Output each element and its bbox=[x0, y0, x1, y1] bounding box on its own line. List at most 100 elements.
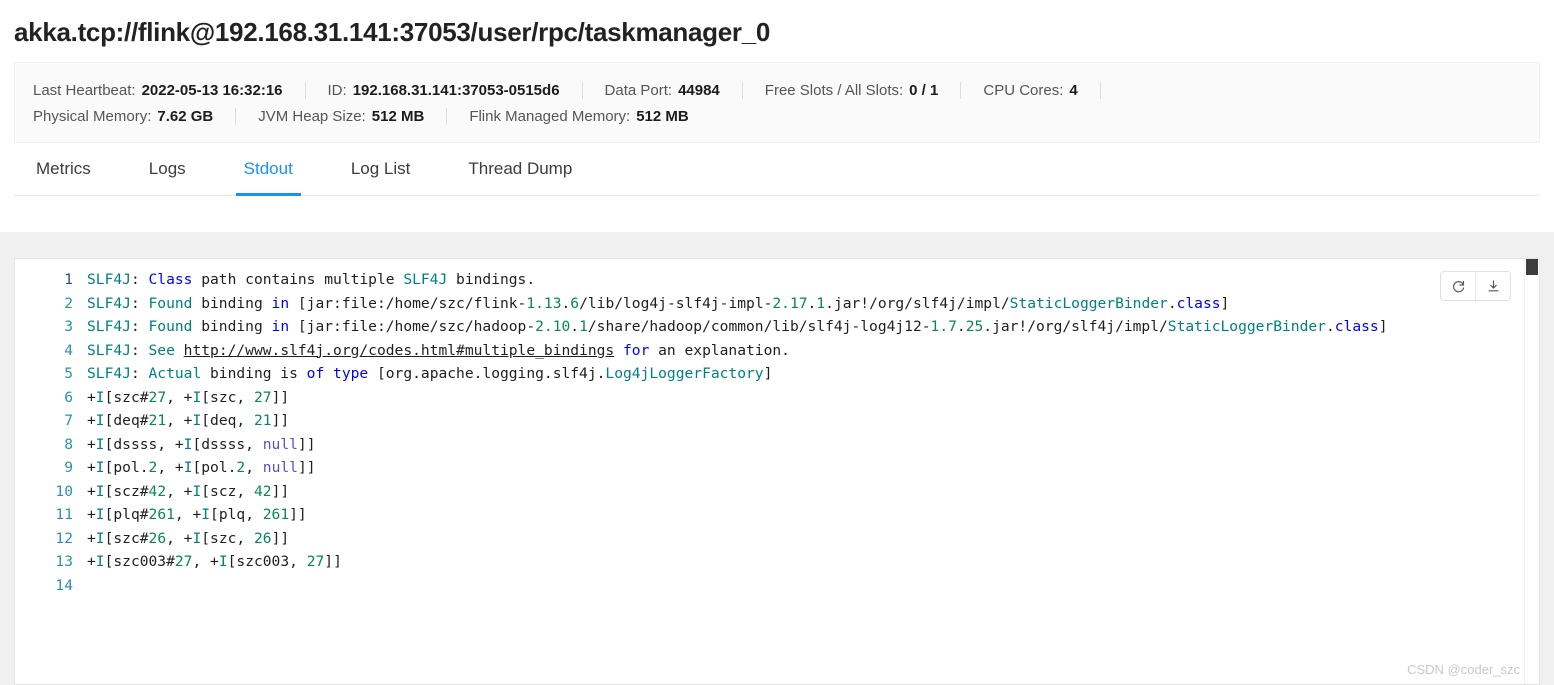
code-token: 26 bbox=[253, 529, 272, 547]
code-token: I bbox=[95, 435, 105, 453]
code-line-text: SLF4J: Class path contains multiple SLF4… bbox=[87, 268, 1525, 292]
code-line: 1 SLF4J: Class path contains multiple SLF… bbox=[15, 268, 1525, 292]
info-label: Last Heartbeat: bbox=[33, 81, 136, 99]
code-token: 2.10 bbox=[535, 318, 571, 335]
code-line-text: +I[scz#42, +I[scz, 42]] bbox=[87, 480, 1525, 504]
code-line-text: SLF4J: Found binding in [jar:file:/home/… bbox=[87, 315, 1525, 339]
line-number: 1 bbox=[64, 271, 73, 288]
code-token: null bbox=[262, 459, 298, 476]
info-row-secondary: Physical Memory: 7.62 GB JVM Heap Size: 512… bbox=[33, 103, 1521, 129]
code-token: , + bbox=[166, 482, 193, 500]
code-token: ]] bbox=[297, 435, 316, 453]
info-item: CPU Cores: 4 bbox=[983, 82, 1077, 99]
code-token: 1 bbox=[579, 318, 588, 335]
download-button[interactable] bbox=[1475, 272, 1510, 300]
tab-log-list[interactable]: Log List bbox=[343, 143, 419, 195]
code-token: /share/hadoop/common/lib/slf4j-log4j12- bbox=[587, 318, 931, 335]
line-number: 2 bbox=[64, 294, 73, 312]
code-token: Class bbox=[148, 271, 193, 288]
code-token: SLF4J bbox=[87, 318, 131, 335]
scrollbar-thumb[interactable] bbox=[1526, 259, 1538, 275]
code-token: I bbox=[95, 482, 105, 500]
code-token: ]] bbox=[271, 529, 290, 547]
code-token: I bbox=[95, 506, 105, 523]
code-token: + bbox=[87, 529, 96, 547]
code-line: 2 SLF4J: Found binding in [jar:file:/home… bbox=[15, 292, 1525, 316]
line-number: 4 bbox=[64, 341, 73, 359]
code-token: I bbox=[218, 553, 228, 570]
code-line: 14 bbox=[15, 574, 1525, 598]
code-token: SLF4J bbox=[87, 365, 131, 382]
code-token: 26 bbox=[148, 529, 167, 547]
code-link[interactable]: http://www.slf4j.org/codes.html#multiple… bbox=[184, 342, 615, 359]
code-line-text: +I[pol.2, +I[pol.2, null]] bbox=[87, 456, 1525, 480]
info-row-primary: Last Heartbeat: 2022-05-13 16:32:16 ID: 192… bbox=[33, 77, 1521, 103]
code-token: StaticLoggerBinder bbox=[1167, 318, 1326, 335]
tab-stdout[interactable]: Stdout bbox=[235, 143, 301, 196]
editor-toolbar bbox=[1440, 271, 1511, 301]
code-token: 1 bbox=[816, 294, 826, 312]
code-token: + bbox=[87, 412, 96, 429]
code-token: 2 bbox=[148, 459, 158, 476]
info-value: 512 MB bbox=[636, 107, 689, 125]
tab-label: Thread Dump bbox=[468, 159, 573, 178]
stdout-code-area[interactable]: 1 SLF4J: Class path contains multiple SLF… bbox=[15, 259, 1525, 684]
code-token: Found bbox=[148, 294, 193, 312]
code-line: 4 SLF4J: See http://www.slf4j.org/codes.h… bbox=[15, 339, 1525, 363]
code-token: in bbox=[271, 294, 290, 312]
code-token: [plq, bbox=[210, 506, 263, 523]
code-line: 9 +I[pol.2, +I[pol.2, null]] bbox=[15, 456, 1525, 480]
download-icon bbox=[1486, 279, 1501, 294]
code-token: [org.apache.logging.slf4j. bbox=[368, 365, 606, 382]
code-token: , + bbox=[157, 459, 184, 476]
info-value: 7.62 GB bbox=[157, 107, 214, 125]
code-token: [pol. bbox=[104, 459, 149, 476]
code-token: null bbox=[262, 435, 298, 453]
code-token: 2.17 bbox=[772, 294, 808, 312]
code-token: + bbox=[87, 506, 96, 523]
code-line-text: +I[plq#261, +I[plq, 261]] bbox=[87, 503, 1525, 527]
tab-label: Metrics bbox=[36, 159, 91, 178]
code-token: . bbox=[561, 294, 571, 312]
code-token: for bbox=[623, 341, 650, 359]
code-token: ]] bbox=[271, 388, 290, 406]
code-token: [szc# bbox=[104, 529, 149, 547]
code-token: + bbox=[87, 459, 96, 476]
code-token: [szc, bbox=[201, 529, 254, 547]
tab-thread-dump[interactable]: Thread Dump bbox=[460, 143, 580, 195]
info-value: 192.168.31.141:37053-0515d6 bbox=[352, 81, 560, 99]
code-token: : bbox=[130, 318, 149, 335]
code-token: , + bbox=[174, 506, 202, 523]
code-line-text: SLF4J: See http://www.slf4j.org/codes.ht… bbox=[87, 339, 1525, 363]
code-token: ]] bbox=[324, 553, 342, 570]
code-token: SLF4J bbox=[87, 341, 131, 359]
tab-metrics[interactable]: Metrics bbox=[28, 143, 99, 195]
info-divider bbox=[304, 81, 306, 99]
tab-label: Logs bbox=[148, 159, 186, 178]
info-value: 44984 bbox=[678, 81, 720, 99]
info-item: Free Slots / All Slots: 0 / 1 bbox=[765, 82, 939, 99]
code-token: : bbox=[130, 271, 149, 288]
stdout-editor: 1 SLF4J: Class path contains multiple SLF… bbox=[14, 258, 1540, 685]
refresh-button[interactable] bbox=[1441, 272, 1475, 300]
line-number: 11 bbox=[55, 506, 73, 523]
code-token: I bbox=[95, 553, 105, 570]
code-line: 8 +I[dssss, +I[dssss, null]] bbox=[15, 433, 1525, 457]
code-token: bindings. bbox=[447, 271, 536, 288]
code-token: 21 bbox=[253, 412, 272, 429]
info-label: ID: bbox=[327, 81, 347, 99]
code-token: . bbox=[1325, 318, 1335, 335]
code-token: path contains multiple bbox=[192, 271, 404, 288]
code-line-text: +I[szc#27, +I[szc, 27]] bbox=[87, 386, 1525, 410]
info-item: Data Port: 44984 bbox=[605, 82, 720, 99]
tab-logs[interactable]: Logs bbox=[141, 143, 194, 195]
code-token: [dssss, bbox=[192, 435, 263, 453]
code-line-text: +I[deq#21, +I[deq, 21]] bbox=[87, 409, 1525, 433]
code-token: 261 bbox=[262, 506, 290, 523]
code-token: binding bbox=[192, 294, 272, 312]
code-token: [scz# bbox=[104, 482, 149, 500]
tab-bar: Metrics Logs Stdout Log List Thread Dump bbox=[14, 143, 1540, 196]
vertical-scrollbar[interactable] bbox=[1524, 259, 1539, 684]
line-number: 5 bbox=[64, 365, 73, 382]
